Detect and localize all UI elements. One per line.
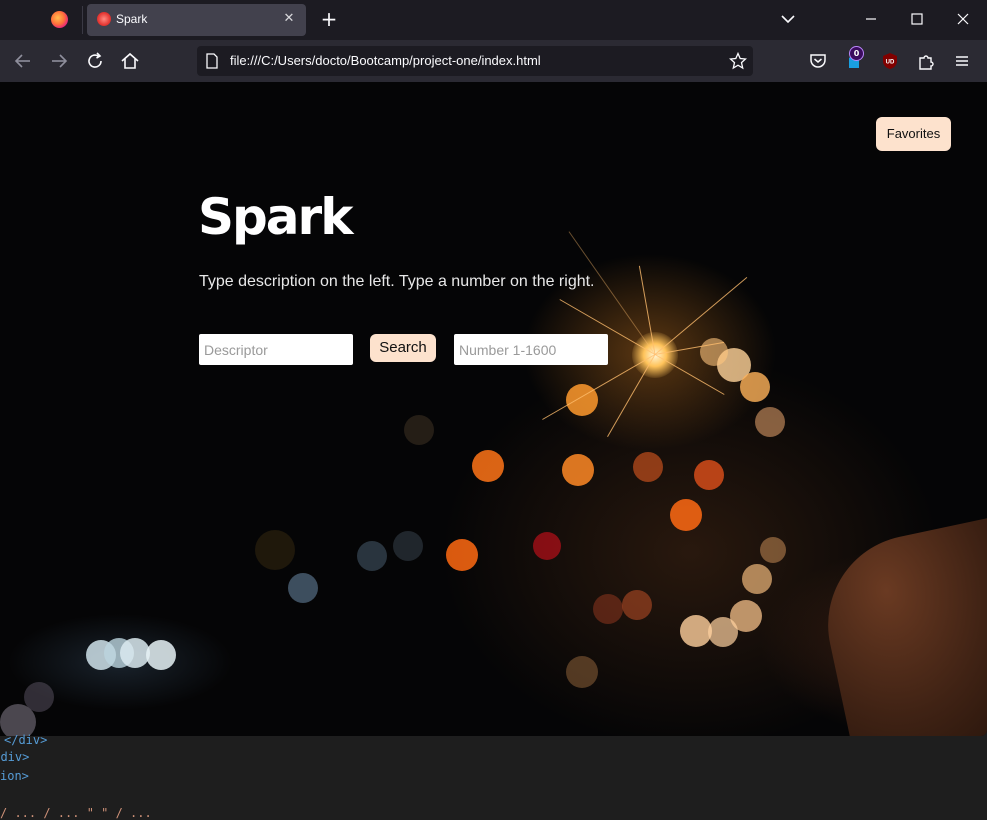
bokeh-light [255,530,295,570]
bokeh-light [446,539,478,571]
extension-icon[interactable]: 0 [843,46,865,72]
chevron-down-icon[interactable] [778,9,798,29]
page-subtitle: Type description on the left. Type a num… [199,273,595,290]
forward-icon[interactable] [47,49,71,73]
bokeh-light [622,590,652,620]
bokeh-light [357,541,387,571]
spark-streak [654,276,748,355]
bokeh-light [670,499,702,531]
tab-spark[interactable]: Spark ✕ [87,4,306,36]
code-line: / ... / ... " " / ... [0,806,159,820]
ublock-icon[interactable]: UD [879,50,901,72]
close-icon[interactable]: ✕ [280,10,298,28]
favorites-button[interactable]: Favorites [876,117,951,151]
nav-bar: file:///C:/Users/docto/Bootcamp/project-… [0,40,987,82]
home-icon[interactable] [118,49,142,73]
reload-icon[interactable] [83,49,107,73]
bokeh-light [740,372,770,402]
hand-image [811,509,987,736]
ublock-label: UD [886,60,895,66]
tab-favicon [97,12,111,26]
bokeh-light [708,617,738,647]
bokeh-light [533,532,561,560]
tab-title: Spark [116,12,148,26]
bokeh-light [633,452,663,482]
menu-icon[interactable] [951,50,973,72]
url-text[interactable]: file:///C:/Users/docto/Bootcamp/project-… [230,53,541,68]
code-line: </div> [4,733,48,747]
url-bar[interactable]: file:///C:/Users/docto/Bootcamp/project-… [197,46,753,76]
bokeh-light [288,573,318,603]
bokeh-light [472,450,504,482]
code-line: </div> [0,750,30,764]
code-line: ion> [0,769,29,783]
back-icon[interactable] [11,49,35,73]
bokeh-light [393,531,423,561]
bokeh-light [593,594,623,624]
firefox-icon[interactable] [51,11,68,28]
maximize-icon[interactable] [902,6,932,32]
star-icon[interactable] [729,52,747,70]
pocket-icon[interactable] [807,50,829,72]
minimize-icon[interactable] [856,6,886,32]
tab-separator [82,6,83,34]
bokeh-light [566,656,598,688]
bokeh-light [742,564,772,594]
page-title: Spark [198,188,353,246]
number-input[interactable] [454,334,608,365]
tab-bar: Spark ✕ + [0,0,987,40]
extension-badge: 0 [849,46,864,61]
bokeh-light [404,415,434,445]
search-button[interactable]: Search [370,334,436,362]
bokeh-light [694,460,724,490]
code-editor-fragment: </div> </div> ion> / ... / ... " " / ... [0,733,987,820]
plus-icon[interactable]: + [318,8,340,30]
bokeh-light [24,682,54,712]
descriptor-input[interactable] [199,334,353,365]
close-window-icon[interactable] [948,6,978,32]
page-viewport: Favorites Spark Type description on the … [0,82,987,736]
bokeh-light [755,407,785,437]
bokeh-light [760,537,786,563]
bokeh-light [562,454,594,486]
bokeh-light [146,640,176,670]
page-icon [206,53,218,69]
puzzle-icon[interactable] [915,50,937,72]
